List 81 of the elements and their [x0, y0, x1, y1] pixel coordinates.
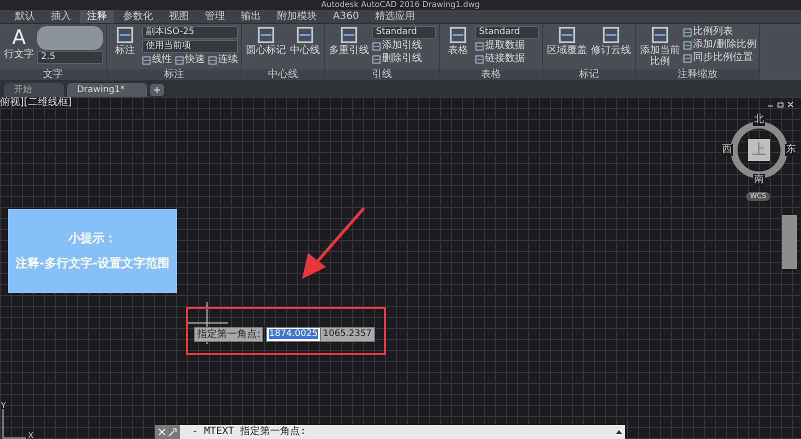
ribbon-tab[interactable]: A360	[326, 10, 366, 23]
style-dropdown[interactable]: 2.5	[37, 51, 103, 64]
ribbon-tab[interactable]: 精选应用	[368, 10, 422, 23]
ribbon-button[interactable]: 添加当前比例	[639, 26, 681, 67]
blurred-block	[37, 26, 103, 50]
tool-icon	[449, 26, 467, 44]
viewport-label[interactable]: 俯视][二维线框]	[0, 97, 72, 109]
tool-icon	[340, 26, 358, 44]
style-dropdown[interactable]: Standard	[372, 26, 436, 39]
dimension-icon	[142, 56, 151, 64]
tool-icon	[651, 26, 669, 44]
command-text: - MTEXT 指定第一角点:	[191, 425, 308, 439]
ribbon-tab[interactable]: 管理	[198, 10, 232, 23]
tool-icon	[475, 42, 484, 50]
ucs-axis-icon	[0, 409, 28, 439]
tool-icon	[372, 54, 381, 64]
tool-button[interactable]: 线性	[142, 54, 172, 66]
tool-icon	[683, 40, 692, 50]
panel-title[interactable]: 文字	[0, 69, 106, 80]
tool-icon	[372, 42, 381, 50]
window-title: Autodesk AutoCAD 2016 Drawing1.dwg	[0, 0, 801, 10]
ribbon-button[interactable]: 圆心标记	[245, 26, 287, 67]
ribbon-tab[interactable]: 默认	[8, 10, 42, 23]
ribbon-button[interactable]: A 行文字	[3, 26, 35, 67]
ribbon-tab[interactable]: 附加模块	[270, 10, 324, 23]
ribbon-button[interactable]: 多重引线	[328, 26, 370, 67]
y-axis-label: Y	[1, 401, 6, 410]
tool-button[interactable]: 同步比例位置	[683, 52, 756, 64]
window-controls-icon[interactable]	[766, 101, 796, 109]
file-tab[interactable]: 开始	[4, 83, 64, 97]
tool-button[interactable]: 链接数据	[475, 53, 539, 65]
tool-button[interactable]: 添加/删除比例	[683, 39, 756, 51]
north-label: 北	[753, 114, 765, 126]
ribbon-tab[interactable]: 参数化	[116, 10, 160, 23]
tool-icon	[257, 26, 275, 44]
tool-icon	[475, 54, 484, 64]
dimension-icon	[208, 56, 217, 64]
style-dropdown[interactable]: Standard	[475, 26, 539, 39]
ribbon-button[interactable]: 表格	[443, 26, 473, 67]
ribbon-button[interactable]: 修订云线	[590, 26, 632, 67]
tip-title: 小提示：	[68, 230, 116, 247]
tool-button[interactable]: 连续	[208, 54, 238, 66]
tool-icon	[558, 26, 576, 44]
style-dropdown[interactable]: 副本ISO-25	[142, 26, 238, 39]
file-tab[interactable]: Drawing1*	[67, 83, 147, 97]
tool-icon	[116, 26, 134, 44]
panel-title[interactable]: 注释缩放	[636, 69, 760, 80]
south-label: 南	[753, 174, 765, 186]
panel-title[interactable]: 中心线	[242, 69, 324, 80]
y-coordinate-field[interactable]: 1065.2357	[320, 327, 375, 342]
x-axis-label: X	[28, 431, 34, 439]
east-label: 东	[785, 144, 797, 156]
panel-title[interactable]: 标记	[543, 69, 635, 80]
tool-icon	[602, 26, 620, 44]
panel-title[interactable]: 表格	[440, 69, 542, 80]
tool-button[interactable]: 快速	[175, 54, 205, 66]
ribbon-button[interactable]: 区域覆盖	[546, 26, 588, 67]
ribbon-tab[interactable]: 插入	[44, 10, 78, 23]
west-label: 西	[721, 144, 733, 156]
panel-title[interactable]: 引线	[325, 69, 439, 80]
ribbon-button[interactable]: 中心线	[289, 26, 321, 67]
letter-icon: A	[12, 26, 26, 48]
close-icon[interactable]	[158, 428, 166, 436]
tool-icon	[683, 54, 692, 62]
plus-icon[interactable]	[150, 84, 164, 96]
ribbon-button[interactable]: 标注	[110, 26, 140, 67]
ribbon-tab[interactable]: 输出	[234, 10, 268, 23]
ribbon-tab[interactable]: 视图	[162, 10, 196, 23]
panel-title[interactable]: 标注	[107, 69, 241, 80]
tool-button[interactable]: 提取数据	[475, 40, 539, 52]
style-dropdown[interactable]: 使用当前项	[142, 40, 238, 53]
prompt-label: 指定第一角点:	[194, 327, 264, 342]
tool-icon	[296, 26, 314, 44]
tip-text: 注释-多行文字-设置文字范围	[16, 255, 170, 272]
dimension-icon	[175, 56, 184, 64]
tool-button[interactable]: 删除引线	[372, 53, 436, 65]
tool-button[interactable]: 添加引线	[372, 40, 436, 52]
x-coordinate-field[interactable]: 1874.0025	[266, 327, 321, 342]
ribbon-tab[interactable]: 注释	[80, 10, 114, 23]
tool-button[interactable]: 比例列表	[683, 26, 756, 38]
tool-icon	[683, 28, 692, 36]
